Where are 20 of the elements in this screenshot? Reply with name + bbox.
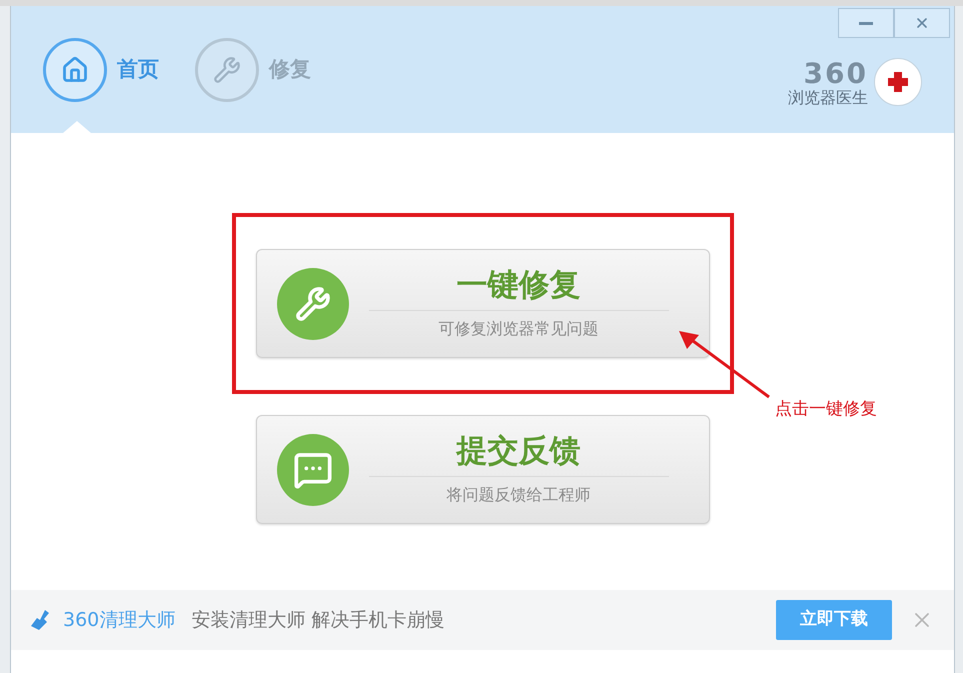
medical-cross-icon xyxy=(874,58,922,106)
brand-number: 360 xyxy=(804,60,868,88)
brand-name: 浏览器医生 xyxy=(788,90,868,106)
download-button[interactable]: 立即下载 xyxy=(776,600,892,640)
minimize-icon xyxy=(859,22,873,24)
banner-brand: 360清理大师 xyxy=(63,608,176,633)
banner-text: 安装清理大师 解决手机卡崩慢 xyxy=(191,608,444,633)
action-title: 一键修复 xyxy=(456,266,580,304)
action-button[interactable]: 一键修复 可修复浏览器常见问题 xyxy=(256,249,710,358)
nav-tab[interactable]: 首页 xyxy=(43,38,159,102)
action-subtitle: 将问题反馈给工程师 xyxy=(446,484,590,506)
close-button[interactable] xyxy=(894,8,950,38)
nav-tab[interactable]: 修复 xyxy=(195,38,311,102)
minimize-button[interactable] xyxy=(838,8,894,38)
action-subtitle: 可修复浏览器常见问题 xyxy=(438,318,598,340)
action-title: 提交反馈 xyxy=(456,432,580,470)
tab-pointer-icon xyxy=(63,121,91,133)
close-icon xyxy=(914,15,930,31)
action-button[interactable]: 提交反馈 将问题反馈给工程师 xyxy=(256,415,710,524)
annotation-text: 点击一键修复 xyxy=(775,398,877,421)
